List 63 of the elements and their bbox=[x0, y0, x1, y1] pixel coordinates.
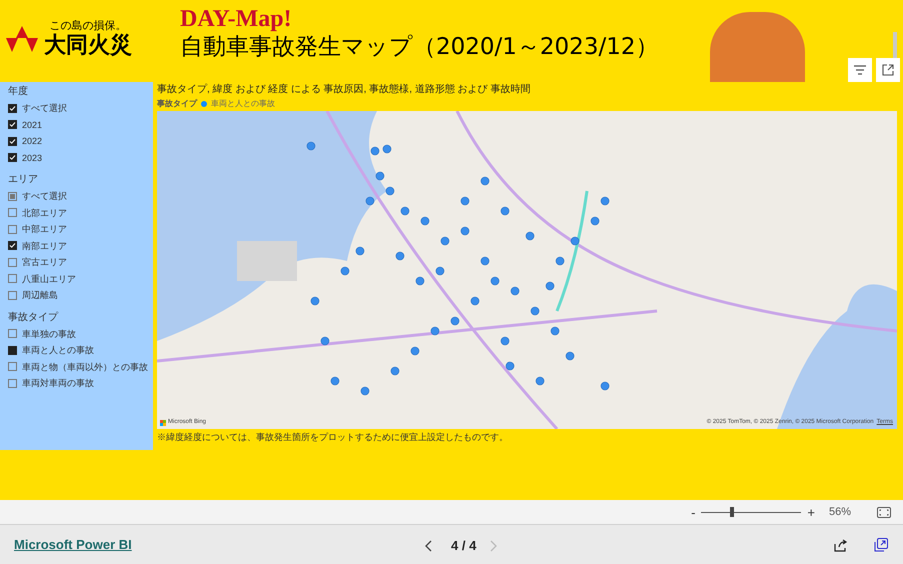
share-button[interactable] bbox=[833, 537, 849, 553]
filter-option[interactable]: 中部エリア bbox=[8, 221, 153, 238]
filter-option[interactable]: 南部エリア bbox=[8, 238, 153, 254]
zoom-out-button[interactable]: - bbox=[691, 506, 696, 518]
checkbox[interactable] bbox=[8, 224, 17, 234]
checkbox[interactable] bbox=[8, 346, 17, 355]
filter-option[interactable]: 周辺離島 bbox=[8, 287, 153, 304]
zoom-percent: 56% bbox=[829, 504, 852, 520]
checkbox[interactable] bbox=[8, 258, 17, 267]
filter-option[interactable]: 車単独の事故 bbox=[8, 326, 153, 342]
popout-icon bbox=[874, 538, 888, 552]
map-note: ※緯度経度については、事故発生箇所をプロットするために便宜上設定したものです。 bbox=[157, 431, 509, 444]
checkbox[interactable] bbox=[8, 208, 17, 218]
checkbox[interactable] bbox=[8, 329, 17, 338]
checkbox[interactable] bbox=[8, 192, 17, 201]
fit-to-page-button[interactable] bbox=[877, 506, 891, 518]
checkbox[interactable] bbox=[8, 241, 17, 250]
legend-title: 事故タイプ bbox=[157, 98, 197, 110]
checkbox[interactable] bbox=[8, 136, 17, 146]
filter-option[interactable]: すべて選択 bbox=[8, 100, 153, 116]
filter-heading: 年度 bbox=[8, 84, 29, 99]
filter-option[interactable]: 2021 bbox=[8, 116, 153, 133]
filter-option[interactable]: 2022 bbox=[8, 133, 153, 150]
zoom-slider-thumb[interactable] bbox=[730, 507, 734, 517]
power-bi-link[interactable]: Microsoft Power BI bbox=[14, 534, 132, 554]
checkbox[interactable] bbox=[8, 362, 17, 372]
filter-option[interactable]: すべて選択 bbox=[8, 188, 153, 204]
share-icon bbox=[834, 538, 848, 552]
checkbox[interactable] bbox=[8, 120, 17, 130]
expand-icon bbox=[882, 64, 894, 76]
zoom-slider[interactable] bbox=[701, 507, 802, 517]
logo-brand: 大同火災 bbox=[44, 33, 132, 57]
chevron-right-icon bbox=[490, 540, 498, 552]
checkbox[interactable] bbox=[8, 153, 17, 162]
filter-option[interactable]: 2023 bbox=[8, 150, 153, 166]
filter-heading: 事故タイプ bbox=[8, 310, 60, 324]
checkbox[interactable] bbox=[8, 274, 17, 284]
filter-option[interactable]: 車両対車両の事故 bbox=[8, 375, 153, 392]
filter-heading: エリア bbox=[8, 173, 39, 187]
filter-button[interactable] bbox=[848, 58, 872, 82]
filter-option[interactable]: 八重山エリア bbox=[8, 270, 153, 287]
zoom-in-button[interactable]: + bbox=[807, 506, 815, 518]
open-in-new-window-button[interactable] bbox=[873, 537, 889, 553]
scrollbar-thumb bbox=[893, 32, 897, 58]
chevron-left-icon bbox=[425, 540, 432, 552]
checkbox[interactable] bbox=[8, 378, 17, 388]
checkbox[interactable] bbox=[8, 104, 17, 113]
filter-option[interactable]: 車両と人との事故 bbox=[8, 342, 153, 358]
logo-tagline: この島の損保。 bbox=[50, 20, 126, 33]
logo-icon bbox=[4, 24, 40, 54]
checkbox[interactable] bbox=[8, 290, 17, 300]
report-title: 自動車事故発生マップ（2020/1～2023/12） bbox=[180, 33, 658, 62]
bing-logo-icon bbox=[160, 420, 166, 426]
filter-icon bbox=[854, 65, 866, 75]
visual-title: 事故タイプ, 緯度 および 経度 による 事故原因, 事故態様, 道路形態 および 事故時間 bbox=[157, 83, 532, 97]
filter-option[interactable]: 北部エリア bbox=[8, 204, 153, 221]
filter-option[interactable]: 車両と物（車両以外）との事故 bbox=[8, 358, 153, 375]
legend-label: 車両と人との事故 bbox=[211, 98, 275, 110]
subtitle: DAY-Map! bbox=[180, 6, 293, 32]
page-indicator: 4 / 4 bbox=[451, 537, 476, 555]
focus-mode-button[interactable] bbox=[876, 58, 900, 82]
fit-page-icon bbox=[877, 506, 891, 518]
filter-option[interactable]: 宮古エリア bbox=[8, 254, 153, 270]
